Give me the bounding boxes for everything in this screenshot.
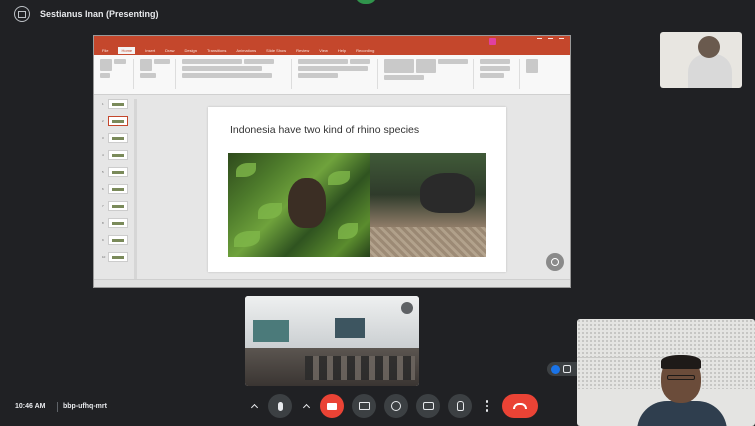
slide-thumbnail: 10 xyxy=(102,252,128,262)
ribbon-group-drawing xyxy=(384,59,474,89)
slide-canvas: Indonesia have two kind of rhino species xyxy=(208,107,506,272)
raise-hand-icon xyxy=(456,401,464,411)
zoom-icon[interactable] xyxy=(546,253,564,271)
slide-thumbnail: 7 xyxy=(102,201,128,211)
captions-button[interactable] xyxy=(416,394,440,418)
ppt-tab-active: Home xyxy=(118,47,136,54)
ppt-window-controls xyxy=(537,38,564,43)
slide-thumbnail: 1 xyxy=(102,99,128,109)
pin-icon[interactable] xyxy=(401,302,413,314)
present-to-all-icon xyxy=(14,6,30,22)
ppt-tab: Design xyxy=(184,48,197,53)
camera-icon xyxy=(327,402,337,410)
mic-options-button[interactable] xyxy=(248,394,260,418)
ribbon-group-slides xyxy=(140,59,176,89)
camera-options-button[interactable] xyxy=(300,394,312,418)
ppt-tab: Insert xyxy=(145,48,156,53)
slide-thumbnail: 9 xyxy=(102,235,128,245)
captions-icon xyxy=(422,402,434,410)
ppt-workspace: 1 2 3 4 5 6 7 8 9 10 Indonesia have two … xyxy=(94,95,570,281)
ribbon-group-paragraph xyxy=(298,59,378,89)
emoji-icon xyxy=(391,401,401,411)
ppt-ribbon xyxy=(94,55,570,95)
ppt-title-bar xyxy=(94,36,570,46)
slide-thumbnail: 6 xyxy=(102,184,128,194)
more-options-button[interactable] xyxy=(480,394,494,418)
camera-button[interactable] xyxy=(320,394,344,418)
chevron-up-icon xyxy=(302,403,310,411)
mic-button[interactable] xyxy=(268,394,292,418)
participant-tile-room[interactable] xyxy=(245,296,419,386)
meeting-time: 10:46 AM xyxy=(15,403,46,410)
minimize-icon[interactable] xyxy=(563,365,571,373)
ppt-tab: Help xyxy=(337,48,347,53)
ribbon-group-font xyxy=(182,59,292,89)
ppt-status-bar xyxy=(94,279,570,287)
slide-thumbnail-selected: 2 xyxy=(102,116,128,126)
emoji-button[interactable] xyxy=(384,394,408,418)
end-call-button[interactable] xyxy=(502,394,538,418)
ribbon-group-editing xyxy=(480,59,520,89)
slide-title: Indonesia have two kind of rhino species xyxy=(230,124,420,136)
present-icon xyxy=(358,402,370,410)
raise-hand-button[interactable] xyxy=(448,394,472,418)
ribbon-group-voice xyxy=(526,59,556,89)
thumbnail-scrollbar xyxy=(134,99,137,279)
chevron-up-icon xyxy=(250,403,258,411)
end-call-icon xyxy=(513,403,527,409)
ppt-tab: Slide Show xyxy=(266,48,287,53)
ppt-tab: Recording xyxy=(356,48,375,53)
participant-tile[interactable] xyxy=(660,32,742,88)
slide-thumbnail: 4 xyxy=(102,150,128,160)
meeting-code: bbp-ufhq-mrt xyxy=(63,403,107,410)
slide-thumbnail: 5 xyxy=(102,167,128,177)
slide-thumbnail: 8 xyxy=(102,218,128,228)
mic-icon xyxy=(277,401,283,411)
divider xyxy=(57,402,58,412)
ppt-account-avatar xyxy=(489,38,496,45)
ppt-tab: File xyxy=(102,48,109,53)
ppt-tab: View xyxy=(319,48,328,53)
self-view-controls[interactable] xyxy=(547,362,577,376)
ppt-tab: Animations xyxy=(236,48,257,53)
rhino-photo-forest xyxy=(228,153,370,257)
ppt-tab: Draw xyxy=(165,48,175,53)
ppt-tab: Transitions xyxy=(206,48,227,53)
presenter-label: Sestianus Inan (Presenting) xyxy=(40,9,159,19)
bottom-bar: 10:46 AM bbp-ufhq-mrt xyxy=(0,392,755,422)
ppt-tab: Review xyxy=(296,48,310,53)
self-view-options-icon[interactable] xyxy=(551,364,560,374)
ppt-ribbon-tabs: File Home Insert Draw Design Transitions… xyxy=(94,46,570,55)
slide-thumbnail: 3 xyxy=(102,133,128,143)
rhino-photo-clearing xyxy=(370,153,486,257)
slide-thumbnails: 1 2 3 4 5 6 7 8 9 10 xyxy=(100,99,130,279)
top-bar: Sestianus Inan (Presenting) xyxy=(0,0,755,28)
present-button[interactable] xyxy=(352,394,376,418)
ribbon-group-clipboard xyxy=(100,59,134,89)
shared-screen: File Home Insert Draw Design Transitions… xyxy=(93,35,571,288)
call-controls xyxy=(248,394,538,418)
more-options-icon xyxy=(485,400,489,412)
